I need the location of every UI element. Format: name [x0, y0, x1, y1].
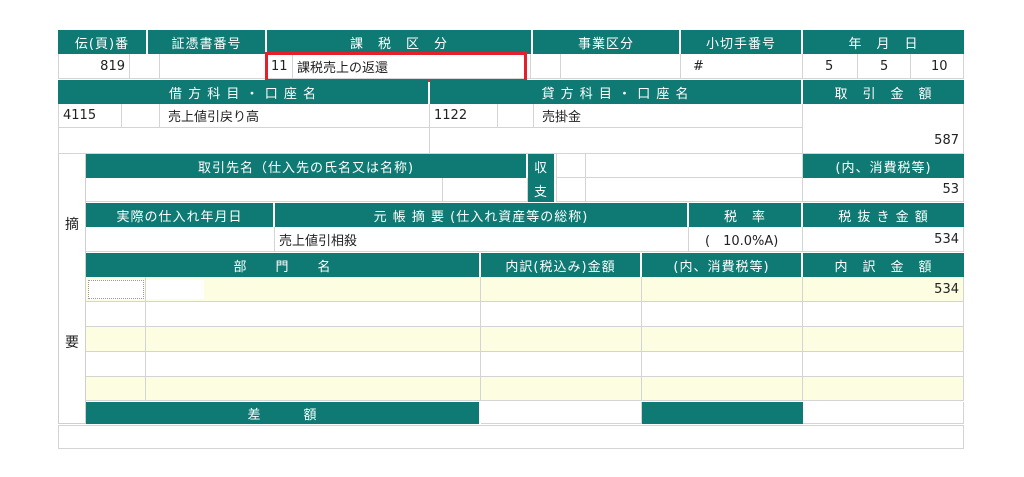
ledger-summary-field[interactable]: 売上値引相殺	[275, 227, 689, 252]
header-purchase-date: 実際の仕入れ年月日	[86, 203, 273, 227]
receive-label: 収	[528, 154, 554, 178]
difference-tax-block	[642, 402, 803, 424]
debit-extra-line	[58, 128, 430, 154]
credit-name-field[interactable]: 売掛金	[534, 104, 803, 128]
pay-flag-field[interactable]	[556, 178, 586, 202]
breakdown-tax-3[interactable]	[642, 327, 803, 352]
breakdown-incl-4[interactable]	[481, 352, 642, 377]
header-den-no: 伝(頁)番	[58, 30, 146, 54]
breakdown-amount-4[interactable]	[803, 352, 964, 377]
business-category-sub-field[interactable]	[561, 54, 681, 79]
den-no-field[interactable]: 819	[58, 54, 130, 79]
summary-side-column	[58, 154, 86, 424]
breakdown-amount-3[interactable]	[803, 327, 964, 352]
breakdown-amount-2[interactable]	[803, 302, 964, 327]
breakdown-dept-code-4[interactable]	[86, 352, 146, 377]
header-debit-account: 借 方 科 目 ・ 口 座 名	[58, 80, 428, 104]
header-business-category: 事業区分	[533, 30, 679, 54]
header-breakdown-tax: (内、消費税等)	[642, 253, 801, 277]
transaction-amount-upper	[803, 104, 964, 128]
day-field[interactable]: 10	[911, 54, 964, 79]
header-tax-category: 課 税 区 分	[267, 30, 531, 54]
breakdown-amount-5[interactable]	[803, 377, 964, 401]
breakdown-dept-code-5[interactable]	[86, 377, 146, 401]
breakdown-tax-5[interactable]	[642, 377, 803, 401]
breakdown-dept-name-3[interactable]	[146, 327, 481, 352]
header-date: 年 月 日	[803, 30, 964, 54]
breakdown-incl-1[interactable]	[481, 277, 642, 302]
breakdown-incl-2[interactable]	[481, 302, 642, 327]
receive-flag-field[interactable]	[556, 154, 586, 178]
transaction-amount-field[interactable]: 587	[803, 128, 964, 154]
breakdown-tax-1[interactable]	[642, 277, 803, 302]
tax-excluded-amount-field[interactable]: 534	[803, 227, 964, 252]
breakdown-dept-name-1-inner	[146, 280, 204, 299]
den-sub-field[interactable]	[130, 54, 160, 79]
difference-incl-field	[481, 402, 642, 424]
breakdown-tax-4[interactable]	[642, 352, 803, 377]
tax-rate-field[interactable]: ( 10.0%A)	[689, 227, 803, 252]
header-transaction-amount: 取 引 金 額	[803, 80, 964, 104]
business-category-field[interactable]	[531, 54, 561, 79]
year-field[interactable]: 5	[803, 54, 858, 79]
header-voucher-no: 証憑書番号	[148, 30, 265, 54]
breakdown-incl-3[interactable]	[481, 327, 642, 352]
summary-label-top: 摘	[65, 217, 79, 233]
pay-label: 支	[528, 178, 554, 202]
tax-category-highlight	[265, 52, 527, 82]
pay-blank	[586, 178, 803, 202]
check-no-field[interactable]: #	[681, 54, 803, 79]
breakdown-dept-name-5[interactable]	[146, 377, 481, 401]
breakdown-incl-5[interactable]	[481, 377, 642, 401]
header-tax-rate: 税 率	[689, 203, 801, 227]
header-breakdown-incl: 内訳(税込み)金額	[481, 253, 640, 277]
header-tax-excluded-amount: 税 抜 き 金 額	[803, 203, 964, 227]
header-department: 部 門 名	[86, 253, 479, 277]
debit-name-field[interactable]: 売上値引戻り高	[160, 104, 430, 128]
header-breakdown-amount: 内 訳 金 額	[803, 253, 964, 277]
header-partner-name: 取引先名（仕入先の氏名又は名称)	[86, 154, 526, 178]
tax-inner-field[interactable]: 53	[803, 178, 964, 202]
breakdown-dept-name-4[interactable]	[146, 352, 481, 377]
breakdown-tax-2[interactable]	[642, 302, 803, 327]
difference-label: 差 額	[86, 402, 479, 424]
breakdown-amount-1[interactable]: 534	[803, 277, 964, 302]
purchase-date-field[interactable]	[86, 227, 275, 252]
debit-code-field[interactable]: 4115	[58, 104, 122, 128]
credit-extra-line	[430, 128, 803, 154]
footer-blank-row	[58, 425, 964, 449]
credit-code-field[interactable]: 1122	[430, 104, 498, 128]
header-credit-account: 貸 方 科 目 ・ 口 座 名	[430, 80, 801, 104]
header-check-no: 小切手番号	[681, 30, 801, 54]
breakdown-dept-name-2[interactable]	[146, 302, 481, 327]
breakdown-dept-code-3[interactable]	[86, 327, 146, 352]
receive-blank	[586, 154, 803, 178]
summary-label-bottom: 要	[65, 335, 79, 351]
debit-sub-field[interactable]	[122, 104, 160, 128]
breakdown-dept-code-2[interactable]	[86, 302, 146, 327]
partner-code-field[interactable]	[443, 178, 528, 202]
credit-sub-field[interactable]	[498, 104, 534, 128]
breakdown-dept-code-1-inner	[88, 280, 144, 299]
header-ledger-summary: 元 帳 摘 要 (仕入れ資産等の総称)	[275, 203, 687, 227]
month-field[interactable]: 5	[858, 54, 911, 79]
partner-name-field[interactable]	[86, 178, 443, 202]
header-tax-inner: (内、消費税等)	[803, 154, 964, 178]
difference-amount-field	[803, 402, 964, 424]
voucher-no-field[interactable]	[160, 54, 267, 79]
